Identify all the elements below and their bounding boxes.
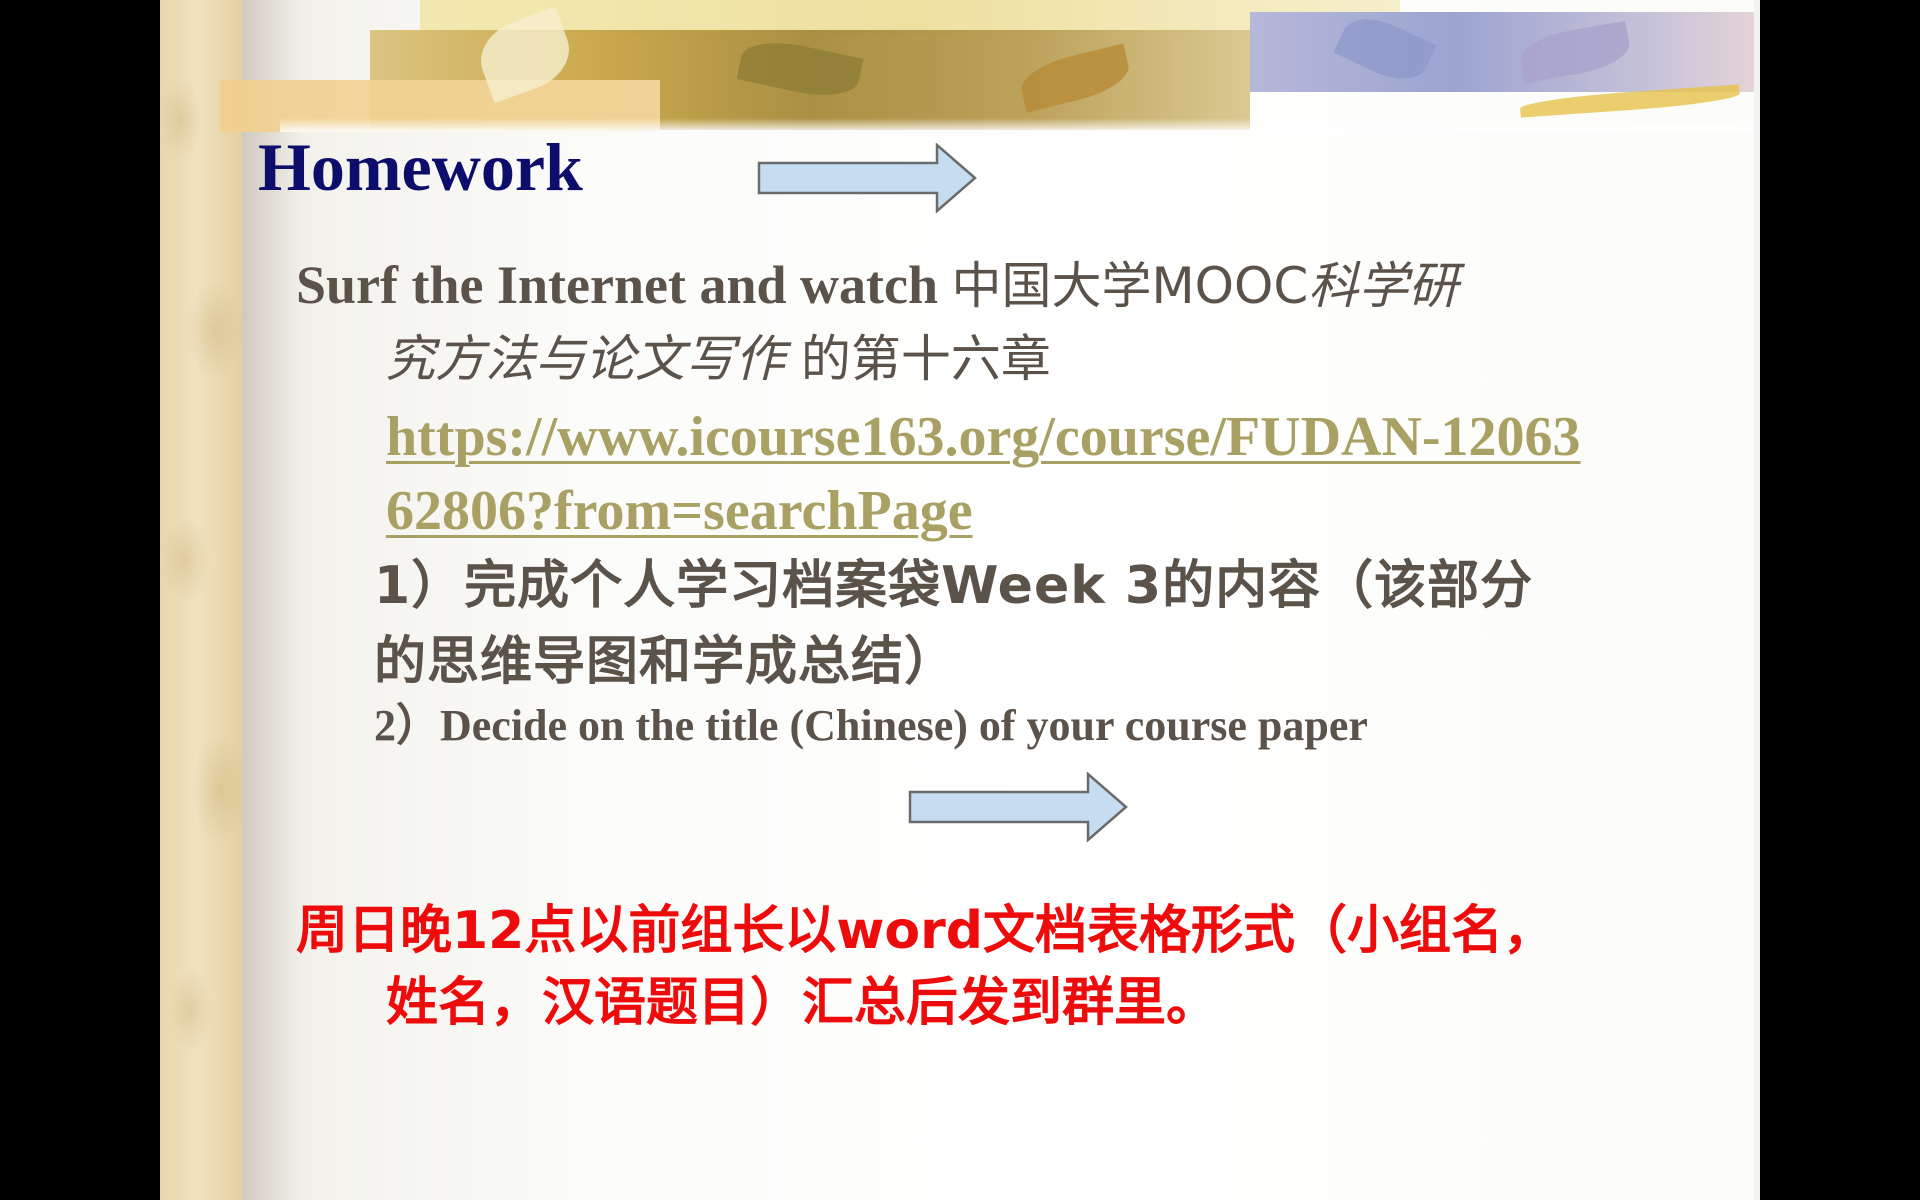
screen: Homework Surf the Internet and watch 中国大… xyxy=(0,0,1920,1200)
instruction-line: Surf the Internet and watch 中国大学MOOC科学研 xyxy=(296,248,1458,323)
course-name-part-2: 究方法与论文写作 xyxy=(385,330,785,388)
banner-blue-band xyxy=(1250,12,1760,92)
decorative-top-banner xyxy=(220,0,1760,132)
notice-line-2: 姓名，汉语题目）汇总后发到群里。 xyxy=(386,973,1219,1033)
right-arrow-icon xyxy=(908,772,1128,842)
notice-line-1: 周日晚12点以前组长以word文档表格形式（小组名， xyxy=(296,901,1555,961)
slide-title: Homework xyxy=(258,129,583,205)
chapter-reference: 的第十六章 xyxy=(785,330,1051,388)
slide-right-edge xyxy=(1754,0,1760,1200)
task-item-2: 2）Decide on the title (Chinese) of your … xyxy=(374,701,1368,750)
instruction-prefix: Surf the Internet and watch xyxy=(296,255,952,315)
course-name-part-1: 科学研 xyxy=(1308,257,1459,315)
parchment-sidebar-decoration xyxy=(160,0,242,1200)
instruction-line-continued: 究方法与论文写作 的第十六章 xyxy=(385,322,1051,396)
course-link[interactable]: https://www.icourse163.org/course/FUDAN-… xyxy=(386,400,1586,548)
submission-notice: 周日晚12点以前组长以word文档表格形式（小组名， 姓名，汉语题目）汇总后发到… xyxy=(296,895,1696,1039)
presentation-slide: Homework Surf the Internet and watch 中国大… xyxy=(160,0,1760,1200)
platform-name: 中国大学MOOC xyxy=(951,257,1309,315)
task-item-1: 1）完成个人学习档案袋Week 3的内容（该部分的思维导图和学成总结） xyxy=(374,556,1534,692)
right-arrow-icon xyxy=(757,143,977,213)
